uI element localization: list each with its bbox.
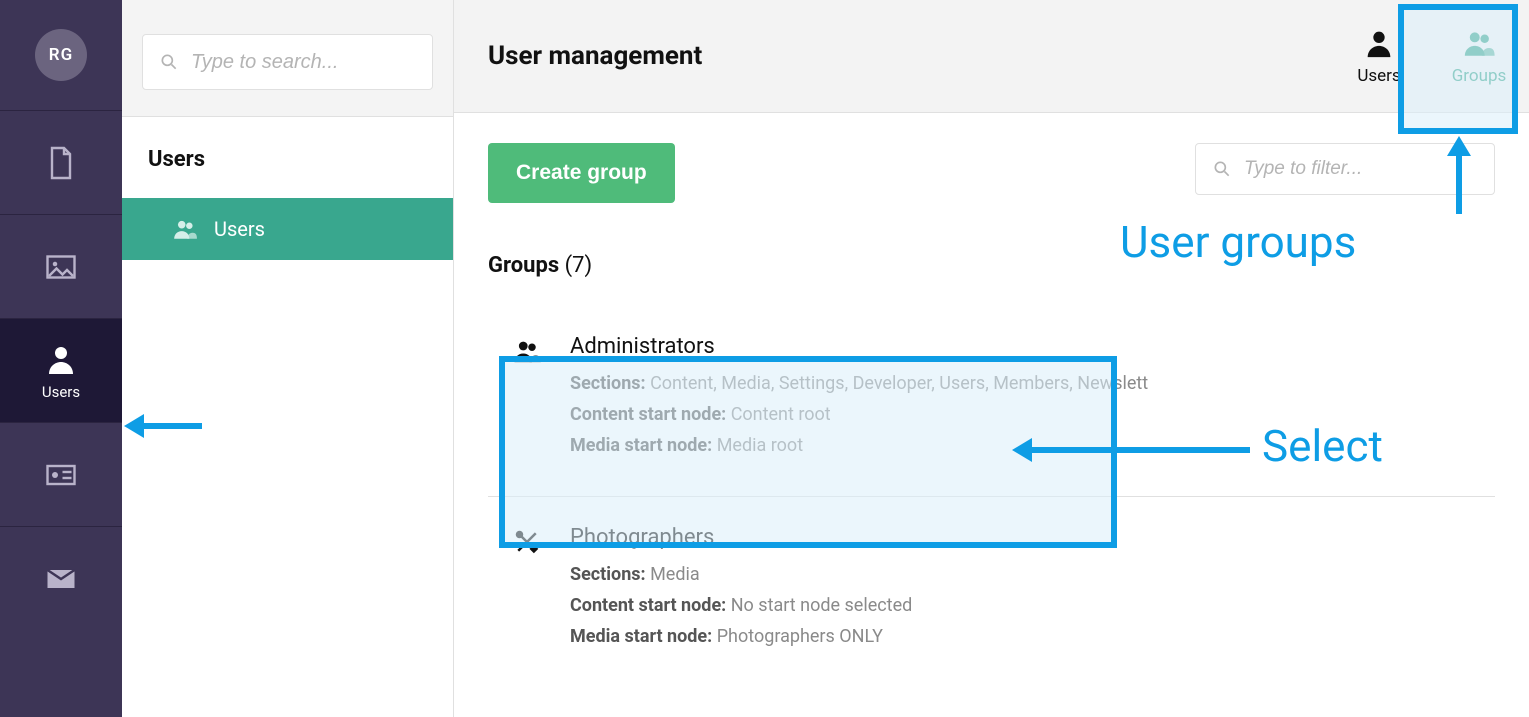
search-icon [1212, 159, 1232, 179]
main-header: User management Users Groups [454, 0, 1529, 113]
avatar-wrap: RG [0, 0, 122, 110]
groups-heading-label: Groups [488, 253, 559, 278]
group-card-administrators[interactable]: Administrators Sections: Content, Media,… [488, 306, 1495, 497]
user-icon [1362, 26, 1396, 60]
search-icon [159, 52, 179, 72]
document-icon [43, 145, 79, 181]
search-box[interactable] [142, 34, 433, 90]
user-icon [43, 341, 79, 377]
rail-users-label: Users [42, 383, 80, 401]
group-name: Administrators [570, 334, 1148, 359]
nav-rail: RG Users [0, 0, 122, 717]
users-group-icon [512, 336, 542, 366]
rail-item-media[interactable] [0, 214, 122, 318]
users-group-icon [172, 216, 198, 242]
filter-box[interactable] [1195, 143, 1495, 195]
page-title: User management [488, 41, 702, 71]
picture-icon [43, 249, 79, 285]
rail-item-content[interactable] [0, 110, 122, 214]
group-card-photographers[interactable]: Photographers Sections: Media Content st… [488, 497, 1495, 687]
tab-groups[interactable]: Groups [1429, 0, 1529, 112]
rail-item-members[interactable] [0, 422, 122, 526]
search-input[interactable] [189, 50, 458, 75]
avatar[interactable]: RG [35, 29, 87, 81]
rail-item-mail[interactable] [0, 526, 122, 630]
filter-input[interactable] [1242, 157, 1491, 181]
tab-groups-label: Groups [1452, 66, 1507, 86]
tree-heading: Users [148, 147, 427, 172]
tree-item-users[interactable]: Users [122, 198, 453, 260]
users-group-icon [1462, 26, 1496, 60]
groups-count: (7) [565, 253, 593, 278]
tools-icon [512, 527, 542, 557]
tab-users[interactable]: Users [1329, 0, 1429, 112]
tree-item-label: Users [214, 217, 265, 241]
envelope-icon [43, 561, 79, 597]
tree-panel: Users Users [122, 0, 454, 717]
group-name: Photographers [570, 525, 912, 550]
groups-heading: Groups (7) [488, 253, 1495, 278]
rail-item-users[interactable]: Users [0, 318, 122, 422]
card-icon [43, 457, 79, 493]
create-group-button[interactable]: Create group [488, 143, 675, 203]
tab-users-label: Users [1357, 66, 1400, 86]
